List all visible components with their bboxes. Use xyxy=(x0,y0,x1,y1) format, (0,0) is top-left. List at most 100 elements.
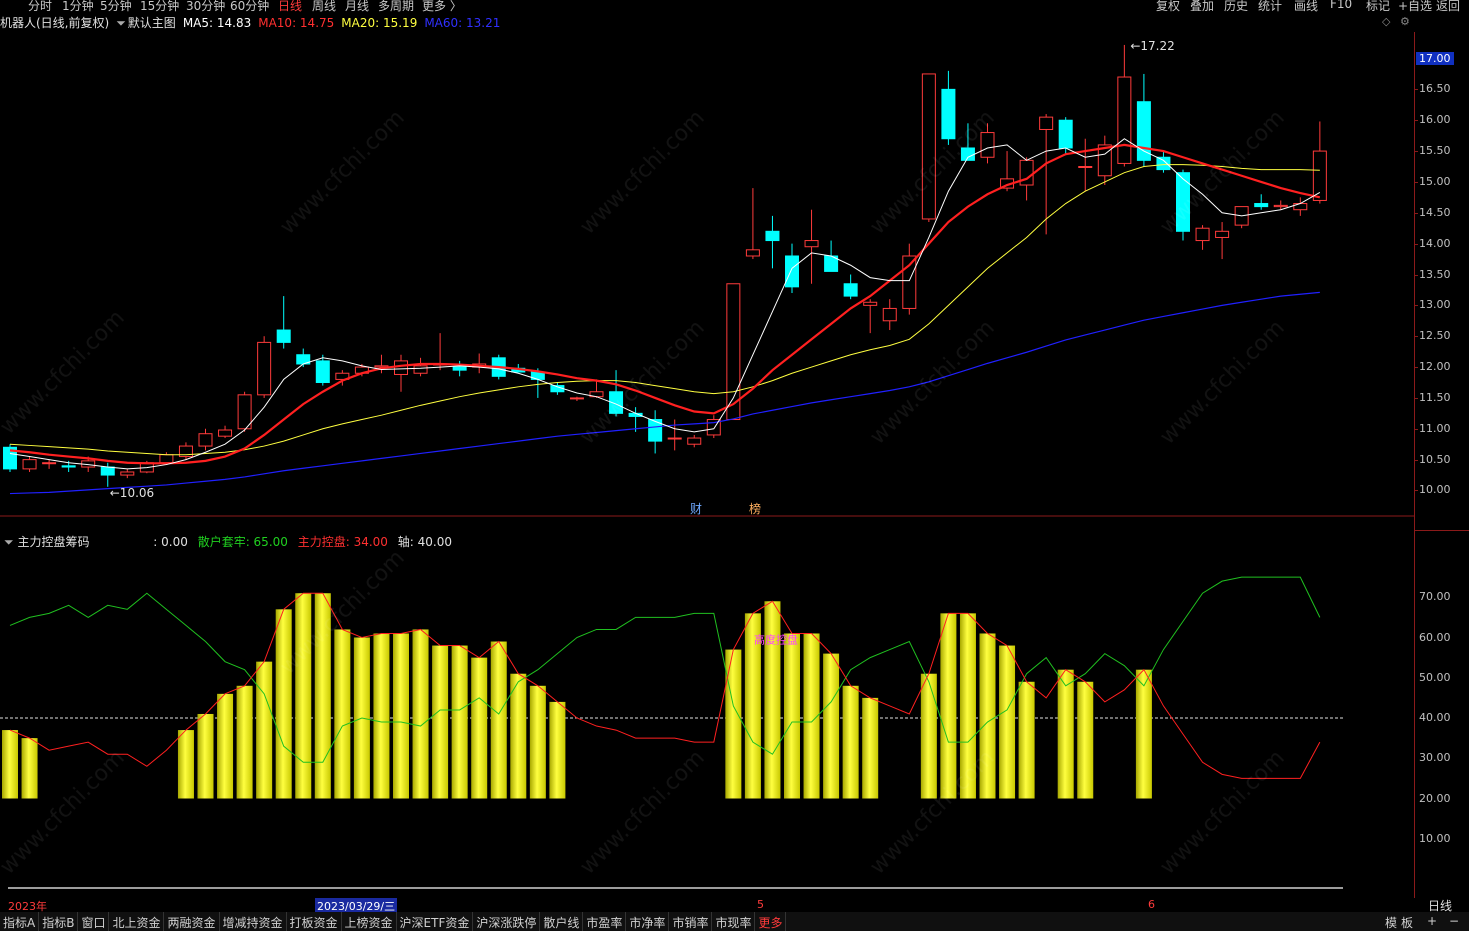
candle-body xyxy=(1215,230,1230,238)
price-tick-mark xyxy=(1415,151,1418,153)
control-bar xyxy=(393,633,409,799)
indicator-tab-13[interactable]: 市销率 xyxy=(669,912,713,931)
candle-body xyxy=(745,249,760,257)
indicator-chart[interactable]: 高度控盘 xyxy=(0,532,1414,898)
indicator-tick: 30.00 xyxy=(1419,751,1451,765)
control-bar xyxy=(412,629,429,799)
candle-body xyxy=(257,341,272,396)
indicator-tabs-bar: 指标A 指标B 窗口 北上资金 两融资金 增减持资金 打板资金 上榜资金 沪深ETF资金 沪深涨跌… xyxy=(0,912,1469,931)
control-bar xyxy=(177,730,194,799)
template-label[interactable]: 默认主图 xyxy=(128,16,176,30)
period-tab-10[interactable]: 更多 〉 xyxy=(422,0,462,12)
toolbar-tool-5[interactable]: F10 xyxy=(1330,0,1352,11)
control-bar xyxy=(197,713,214,799)
template-dropdown-icon[interactable]: ⏷ xyxy=(116,16,126,30)
indicator-tab-15[interactable]: 更多 xyxy=(755,912,787,931)
price-tick-mark xyxy=(1415,397,1418,399)
control-bar xyxy=(295,593,312,799)
price-chart[interactable]: ←17.22 ←10.06 财 榜 xyxy=(0,32,1414,517)
indicator-tab-8[interactable]: 沪深ETF资金 xyxy=(397,912,474,931)
control-bar xyxy=(529,685,546,799)
indicator-tab-1[interactable]: 指标B xyxy=(39,912,79,931)
price-tick-mark xyxy=(1415,212,1418,214)
indicator-tab-2[interactable]: 窗口 xyxy=(78,912,110,931)
period-tab-6[interactable]: 日线 xyxy=(278,0,302,12)
toolbar-tool-4[interactable]: 画线 xyxy=(1294,0,1318,12)
candle-body xyxy=(198,433,213,447)
price-tick-mark xyxy=(1415,490,1418,492)
period-tab-9[interactable]: 多周期 xyxy=(378,0,414,12)
control-bar xyxy=(725,649,742,799)
candle-body xyxy=(42,462,57,465)
control-bar xyxy=(979,633,996,799)
control-bar xyxy=(959,613,976,799)
indicator-tab-7[interactable]: 上榜资金 xyxy=(342,912,397,931)
price-tick-mark xyxy=(1415,367,1418,369)
period-tab-4[interactable]: 30分钟 xyxy=(186,0,225,12)
indicator-tab-5[interactable]: 增减持资金 xyxy=(220,912,287,931)
settings-icon[interactable]: ⚙ xyxy=(1400,15,1410,28)
control-bar xyxy=(21,738,38,799)
indicator-tab-6[interactable]: 打板资金 xyxy=(287,912,342,931)
bottom-control-1[interactable]: 板 xyxy=(1398,912,1416,931)
toolbar-tool-6[interactable]: 标记 xyxy=(1366,0,1390,12)
list-event-marker[interactable]: 榜 xyxy=(749,501,761,516)
period-tab-0[interactable]: 分时 xyxy=(28,0,52,12)
candle-body xyxy=(276,329,291,343)
toolbar-tool-3[interactable]: 统计 xyxy=(1258,0,1282,12)
price-tick: 12.00 xyxy=(1419,360,1451,374)
period-tab-5[interactable]: 60分钟 xyxy=(230,0,269,12)
indicator-tab-11[interactable]: 市盈率 xyxy=(583,912,627,931)
indicator-dropdown-icon[interactable]: ⏷ xyxy=(4,535,14,549)
toolbar-tool-8[interactable]: 返回 xyxy=(1436,0,1460,12)
price-tick: 13.00 xyxy=(1419,298,1451,312)
control-bar xyxy=(999,645,1016,799)
candle-body xyxy=(1039,116,1054,130)
period-tab-2[interactable]: 5分钟 xyxy=(100,0,132,12)
indicator-tab-3[interactable]: 北上资金 xyxy=(109,912,165,931)
main-control-label: 主力控盘: 34.00 xyxy=(297,535,388,549)
candle-body xyxy=(61,465,76,468)
candle-body xyxy=(863,301,878,306)
candle-body xyxy=(22,459,37,470)
control-bar xyxy=(1018,681,1035,799)
period-tab-1[interactable]: 1分钟 xyxy=(62,0,94,12)
indicator-tab-14[interactable]: 市现率 xyxy=(712,912,756,931)
candle-body xyxy=(452,366,467,371)
bottom-control-2[interactable]: + xyxy=(1424,912,1440,931)
period-tab-3[interactable]: 15分钟 xyxy=(140,0,179,12)
price-tick: 11.50 xyxy=(1419,390,1451,404)
ma60-label: MA60: 13.21 xyxy=(424,16,501,30)
toolbar-tool-1[interactable]: 叠加 xyxy=(1190,0,1214,12)
stock-title[interactable]: 机器人(日线,前复权) xyxy=(0,16,109,30)
toolbar-tool-2[interactable]: 历史 xyxy=(1224,0,1248,12)
indicator-tab-0[interactable]: 指标A xyxy=(0,912,40,931)
indicator-zero-value: : 0.00 xyxy=(153,535,188,549)
indicator-name[interactable]: 主力控盘筹码 xyxy=(17,535,89,549)
indicator-tab-4[interactable]: 两融资金 xyxy=(164,912,220,931)
period-tab-7[interactable]: 周线 xyxy=(312,0,336,12)
indicator-tab-9[interactable]: 沪深涨跌停 xyxy=(473,912,541,931)
candle-body xyxy=(1254,203,1269,208)
toolbar-tool-7[interactable]: +自选 xyxy=(1398,0,1432,12)
earnings-event-marker[interactable]: 财 xyxy=(690,502,702,516)
diamond-icon[interactable]: ◇ xyxy=(1382,15,1390,28)
indicator-tab-10[interactable]: 散户线 xyxy=(540,912,584,931)
period-tab-8[interactable]: 月线 xyxy=(345,0,369,12)
candle-body xyxy=(394,360,408,375)
candle-body xyxy=(960,147,975,161)
control-bar xyxy=(823,653,840,799)
date-axis: 2023年 2023/03/29/三 5 6 xyxy=(0,898,1414,914)
indicator-tab-12[interactable]: 市净率 xyxy=(626,912,670,931)
control-bar xyxy=(1135,669,1152,799)
candle-body xyxy=(1156,156,1171,171)
ma10-label: MA10: 14.75 xyxy=(258,16,335,30)
bottom-control-3[interactable]: − xyxy=(1446,912,1462,931)
price-tick: 14.00 xyxy=(1419,236,1451,250)
candle-body xyxy=(804,240,819,248)
control-bar xyxy=(549,701,566,799)
candle-body xyxy=(1195,227,1210,242)
axis-label: 轴: 40.00 xyxy=(397,535,452,549)
candle-body xyxy=(159,454,174,464)
toolbar-tool-0[interactable]: 复权 xyxy=(1156,0,1180,12)
